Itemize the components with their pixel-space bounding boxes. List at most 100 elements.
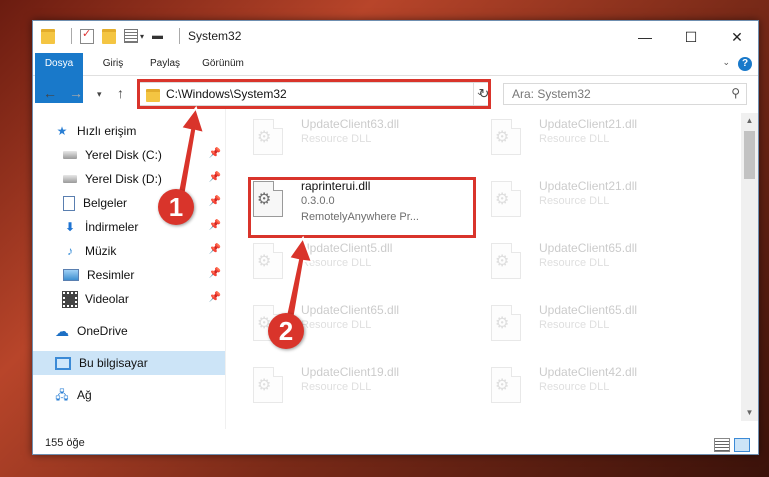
folder-icon <box>41 28 55 44</box>
new-folder-icon[interactable] <box>102 28 116 44</box>
close-button[interactable]: ✕ <box>714 21 758 53</box>
file-item[interactable]: ⚙ UpdateClient65.dll Resource DLL <box>471 237 701 287</box>
file-item[interactable]: ⚙ UpdateClient5.dll Resource DLL <box>233 237 463 287</box>
file-item[interactable]: ⚙ UpdateClient42.dll Resource DLL <box>471 361 701 411</box>
file-company: RemotelyAnywhere Pr... <box>301 211 419 223</box>
search-icon: ⚲ <box>731 86 740 100</box>
gear-icon: ⚙ <box>495 129 510 146</box>
search-input[interactable]: Ara: System32 ⚲ <box>503 83 747 105</box>
sidebar-item-documents[interactable]: Belgeler 📌 <box>33 191 225 215</box>
tab-view[interactable]: Görünüm <box>193 53 253 75</box>
drive-icon <box>63 175 77 183</box>
gear-icon: ⚙ <box>495 191 510 208</box>
sidebar-item-downloads[interactable]: ⬇ İndirmeler 📌 <box>33 215 225 239</box>
address-path: C:\Windows\System32 <box>166 87 287 101</box>
gear-icon: ⚙ <box>257 253 272 270</box>
toolbar-divider <box>71 28 72 44</box>
recent-locations-chevron-icon[interactable]: ▾ <box>97 89 102 100</box>
pin-icon[interactable]: 📌 <box>209 244 221 255</box>
scroll-thumb[interactable] <box>744 131 755 179</box>
help-icon[interactable]: ? <box>738 57 752 71</box>
gear-icon: ⚙ <box>495 253 510 270</box>
back-arrow-icon[interactable]: ← <box>43 85 57 101</box>
quick-access-toolbar: ▾ ▬ System32 <box>41 27 242 44</box>
sidebar-item-this-pc[interactable]: Bu bilgisayar <box>33 351 225 375</box>
pin-icon[interactable]: 📌 <box>209 292 221 303</box>
file-item[interactable]: ⚙ UpdateClient21.dll Resource DLL <box>471 175 701 225</box>
up-arrow-icon[interactable]: ↑ <box>117 85 124 101</box>
file-name: UpdateClient63.dll <box>301 117 400 131</box>
explorer-window: ▾ ▬ System32 — ☐ ✕ Dosya Giriş Paylaş Gö… <box>32 20 759 455</box>
gear-icon: ⚙ <box>257 377 272 394</box>
sidebar-item-videos[interactable]: Videolar 📌 <box>33 287 225 311</box>
folder-icon <box>146 89 160 102</box>
sidebar-item-local-disk-d[interactable]: Yerel Disk (D:) 📌 <box>33 167 225 191</box>
properties-icon[interactable] <box>124 29 138 43</box>
file-item[interactable]: ⚙ UpdateClient65.dll Resource DLL <box>471 299 701 349</box>
details-view-icon[interactable] <box>714 438 730 452</box>
documents-icon <box>63 195 75 211</box>
chevron-down-icon[interactable]: ▾ <box>140 32 144 41</box>
sidebar-item-quick-access[interactable]: ★ Hızlı erişim <box>33 119 225 143</box>
search-placeholder: Ara: System32 <box>512 87 591 101</box>
sidebar-item-music[interactable]: ♪ Müzik 📌 <box>33 239 225 263</box>
sidebar-item-network[interactable]: 🖧 Ağ <box>33 383 225 407</box>
window-title: System32 <box>188 29 242 43</box>
tab-share[interactable]: Paylaş <box>139 53 191 75</box>
dll-file-icon: ⚙ <box>253 181 283 217</box>
network-icon: 🖧 <box>55 388 69 402</box>
sidebar-item-pictures[interactable]: Resimler 📌 <box>33 263 225 287</box>
customize-toolbar-icon[interactable]: ▬ <box>152 30 163 42</box>
dll-file-icon: ⚙ <box>491 367 521 403</box>
title-bar: ▾ ▬ System32 — ☐ ✕ <box>33 21 758 53</box>
refresh-icon[interactable]: ↻ <box>473 83 494 105</box>
file-name: UpdateClient42.dll <box>539 365 638 379</box>
file-name: UpdateClient65.dll <box>539 303 638 317</box>
sidebar-item-label: İndirmeler <box>85 220 139 234</box>
dll-file-icon: ⚙ <box>491 243 521 279</box>
file-item-raprinterui[interactable]: ⚙ raprinterui.dll 0.3.0.0 RemotelyAnywhe… <box>233 175 463 225</box>
file-name: raprinterui.dll <box>301 179 371 193</box>
dll-file-icon: ⚙ <box>491 181 521 217</box>
sidebar-item-onedrive[interactable]: ☁ OneDrive <box>33 319 225 343</box>
sidebar-item-local-disk-c[interactable]: Yerel Disk (C:) 📌 <box>33 143 225 167</box>
file-item[interactable]: ⚙ UpdateClient19.dll Resource DLL <box>233 361 463 411</box>
vertical-scrollbar[interactable]: ▲ ▼ <box>741 113 758 421</box>
sidebar-item-label: Ağ <box>77 388 92 402</box>
sidebar-item-label: Yerel Disk (D:) <box>85 172 162 186</box>
scroll-up-icon[interactable]: ▲ <box>741 113 758 129</box>
expand-ribbon-icon[interactable]: ⌄ <box>722 57 730 68</box>
dll-file-icon: ⚙ <box>253 243 283 279</box>
dll-file-icon: ⚙ <box>253 367 283 403</box>
large-icons-view-icon[interactable] <box>734 438 750 452</box>
gear-icon: ⚙ <box>257 129 272 146</box>
file-name: UpdateClient5.dll <box>301 241 393 255</box>
pin-icon[interactable]: 📌 <box>209 196 221 207</box>
pin-icon[interactable]: 📌 <box>209 148 221 159</box>
minimize-button[interactable]: — <box>622 21 668 53</box>
pin-icon[interactable]: 📌 <box>209 172 221 183</box>
file-description: Resource DLL <box>539 195 610 207</box>
file-item[interactable]: ⚙ UpdateClient63.dll Resource DLL <box>233 113 463 163</box>
dll-file-icon: ⚙ <box>491 305 521 341</box>
pin-icon[interactable]: 📌 <box>209 220 221 231</box>
drive-icon <box>63 151 77 159</box>
onedrive-icon: ☁ <box>55 323 69 339</box>
pictures-icon <box>63 269 79 281</box>
maximize-button[interactable]: ☐ <box>668 21 714 53</box>
scroll-down-icon[interactable]: ▼ <box>741 405 758 421</box>
properties-check-icon[interactable] <box>80 27 94 44</box>
pin-icon[interactable]: 📌 <box>209 268 221 279</box>
step-badge-2: 2 <box>268 313 304 349</box>
file-item[interactable]: ⚙ UpdateClient65.dll Resource DLL <box>233 299 463 349</box>
file-item[interactable]: ⚙ UpdateClient21.dll Resource DLL <box>471 113 701 163</box>
file-description: Resource DLL <box>301 257 372 269</box>
status-bar: 155 öğe <box>33 433 758 454</box>
quick-access-star-icon: ★ <box>56 124 68 138</box>
downloads-icon: ⬇ <box>64 220 76 234</box>
pane-divider[interactable] <box>225 109 226 429</box>
sidebar-item-label: Resimler <box>87 268 135 282</box>
forward-arrow-icon[interactable]: → <box>69 85 83 101</box>
tab-home[interactable]: Giriş <box>91 53 135 75</box>
address-bar[interactable]: C:\Windows\System32 ⌄ <box>139 82 491 106</box>
